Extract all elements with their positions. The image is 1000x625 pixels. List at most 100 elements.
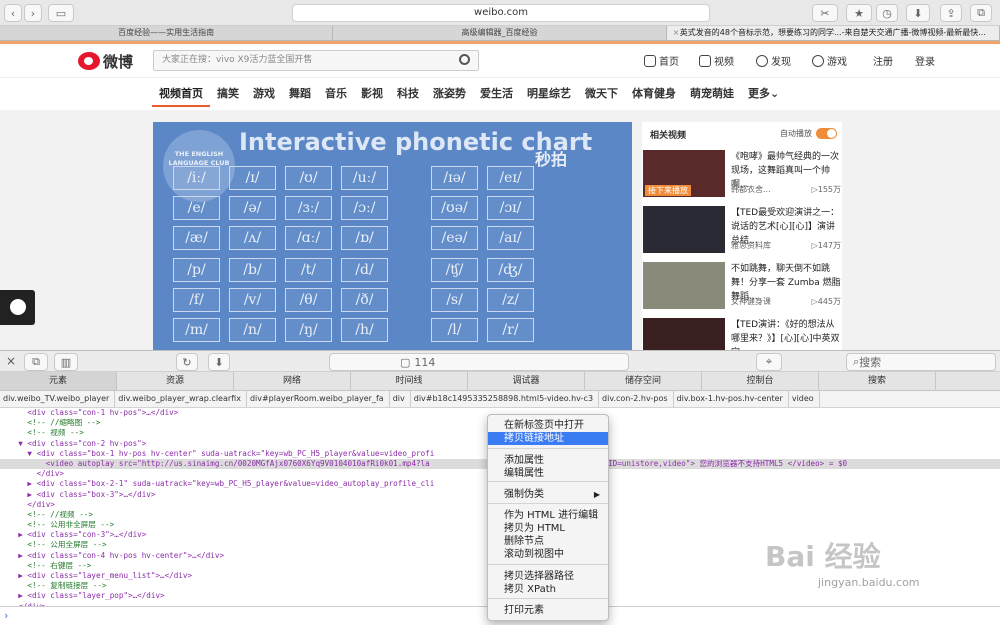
phonetic-cell[interactable]: /t/ — [285, 258, 332, 282]
phonetic-cell[interactable]: /ʌ/ — [229, 226, 276, 250]
context-menu-item[interactable]: 作为 HTML 进行编辑 — [488, 509, 608, 522]
search-input[interactable]: 大家正在搜：vivo X9活力蓝全国开售 — [153, 50, 479, 71]
category-tab[interactable]: 爱生活 — [473, 80, 520, 107]
sidebar-icon[interactable]: ▭ — [48, 4, 74, 22]
context-menu-item[interactable]: 拷贝为 HTML — [488, 522, 608, 535]
download-icon[interactable]: ⬇ — [906, 4, 930, 22]
phonetic-cell[interactable]: /n/ — [229, 318, 276, 342]
breadcrumb-item[interactable]: div.con-2.hv-pos — [599, 391, 674, 407]
back-icon[interactable]: ‹ — [4, 4, 22, 22]
phonetic-cell[interactable]: /r/ — [487, 318, 534, 342]
devtools-tab[interactable]: 元素 — [0, 372, 117, 390]
context-menu-item[interactable]: 滚动到视图中 — [488, 548, 608, 561]
phonetic-cell[interactable]: /p/ — [173, 258, 220, 282]
author-name[interactable]: 女神健身课 — [731, 297, 771, 306]
breadcrumb-item[interactable]: div.weibo_player_wrap.clearfix — [115, 391, 247, 407]
devtools-tab[interactable]: 搜索 — [819, 372, 936, 390]
tab-editor[interactable]: 高级编辑器_百度经验 — [333, 26, 667, 40]
phonetic-cell[interactable]: /z/ — [487, 288, 534, 312]
context-menu-item[interactable]: 拷贝 XPath — [488, 583, 608, 596]
weibo-logo[interactable]: 微博 — [78, 49, 138, 73]
category-tab[interactable]: 体育健身 — [625, 80, 683, 107]
related-item[interactable]: 接下来播放 《咆哮》最帅气经典的一次现场，这舞蹈真叫一个帅啊... 韩都衣舍... ▷… — [642, 150, 842, 202]
element-picker-icon[interactable]: ⌖ — [756, 353, 782, 371]
history-icon[interactable]: ◷ — [876, 4, 898, 22]
phonetic-cell[interactable]: /ɜː/ — [285, 196, 332, 220]
close-devtools-icon[interactable]: × — [6, 354, 16, 368]
phonetic-cell[interactable]: /b/ — [229, 258, 276, 282]
context-menu-item[interactable]: 删除节点 — [488, 535, 608, 548]
nav-discover[interactable]: 发现 — [756, 53, 791, 68]
devtools-tab[interactable]: 资源 — [117, 372, 234, 390]
phonetic-cell[interactable]: /ʧ/ — [431, 258, 478, 282]
phonetic-cell[interactable]: /ɪə/ — [431, 166, 478, 190]
category-tab[interactable]: 音乐 — [318, 80, 354, 107]
devtools-tab[interactable]: 调试器 — [468, 372, 585, 390]
forward-icon[interactable]: › — [24, 4, 42, 22]
download-icon[interactable]: ⬇ — [208, 353, 230, 371]
nav-game[interactable]: 游戏 — [812, 53, 847, 68]
phonetic-cell[interactable]: /ə/ — [229, 196, 276, 220]
breadcrumb-item[interactable]: div.box-1.hv-pos.hv-center — [674, 391, 789, 407]
author-name[interactable]: 雅思资料库 — [731, 241, 771, 250]
phonetic-cell[interactable]: /ɪ/ — [229, 166, 276, 190]
split-icon[interactable]: ▥ — [54, 353, 78, 371]
category-tab[interactable]: 科技 — [390, 80, 426, 107]
related-item[interactable]: 【TED最受欢迎演讲之一：说话的艺术[心][心]】演讲总结... 雅思资料库 ▷14… — [642, 206, 842, 258]
devtools-tab[interactable]: 控制台 — [702, 372, 819, 390]
search-icon[interactable] — [459, 54, 470, 65]
share-icon[interactable]: ⇪ — [940, 4, 962, 22]
phonetic-cell[interactable]: /l/ — [431, 318, 478, 342]
phonetic-cell[interactable]: /f/ — [173, 288, 220, 312]
address-bar[interactable]: weibo.com — [292, 4, 710, 22]
tab-weibo-video[interactable]: × 英式发音的48个音标示范，想要练习的同学...-来自楚天交通广播-微博视频-最… — [666, 26, 1000, 40]
dock-icon[interactable]: ⧉ — [24, 353, 48, 371]
breadcrumb-item[interactable]: div.weibo_TV.weibo_player — [0, 391, 116, 407]
devtools-tab[interactable]: 储存空间 — [585, 372, 702, 390]
category-tab[interactable]: 搞笑 — [210, 80, 246, 107]
context-menu-item[interactable]: 添加属性 — [488, 454, 608, 467]
play-button[interactable] — [0, 290, 35, 325]
phonetic-cell[interactable]: /ʊə/ — [431, 196, 478, 220]
context-menu-item[interactable]: 强制伪类 ▶ — [488, 488, 608, 501]
close-tab-icon[interactable]: × — [673, 26, 680, 40]
category-tab[interactable]: 萌宠萌娃 — [683, 80, 741, 107]
context-menu-item[interactable]: 拷贝链接地址 — [488, 432, 608, 445]
video-player[interactable]: THE ENGLISH LANGUAGE CLUB Interactive ph… — [153, 122, 632, 350]
autoplay-toggle[interactable] — [816, 128, 837, 139]
devtools-tab[interactable]: 网络 — [234, 372, 351, 390]
phonetic-cell[interactable]: /s/ — [431, 288, 478, 312]
phonetic-cell[interactable]: /æ/ — [173, 226, 220, 250]
tabs-overview-icon[interactable]: ⧉ — [970, 4, 992, 22]
phonetic-cell[interactable]: /eɪ/ — [487, 166, 534, 190]
video-thumbnail[interactable]: 接下来播放 — [643, 150, 725, 197]
phonetic-cell[interactable]: /ʤ/ — [487, 258, 534, 282]
category-tab[interactable]: 明星综艺 — [520, 80, 578, 107]
phonetic-cell[interactable]: /m/ — [173, 318, 220, 342]
phonetic-cell[interactable]: /ð/ — [341, 288, 388, 312]
breadcrumb-item[interactable]: div — [390, 391, 411, 407]
video-thumbnail[interactable] — [643, 206, 725, 253]
category-tab[interactable]: 影视 — [354, 80, 390, 107]
nav-home[interactable]: 首页 — [644, 53, 679, 68]
phonetic-cell[interactable]: /eə/ — [431, 226, 478, 250]
tab-baidu-jingyan[interactable]: 百度经验——实用生活指南 — [0, 26, 334, 40]
nav-video[interactable]: 视频 — [699, 53, 734, 68]
category-tab[interactable]: 游戏 — [246, 80, 282, 107]
extension-icon[interactable]: ✂ — [812, 4, 838, 22]
context-menu-item[interactable]: 在新标签页中打开 — [488, 419, 608, 432]
context-menu-item[interactable]: 编辑属性 — [488, 467, 608, 480]
phonetic-cell[interactable]: /ɔː/ — [341, 196, 388, 220]
related-item[interactable]: 不如跳舞，聊天倒不如跳舞！分享一套 Zumba 燃脂舞蹈... 女神健身课 ▷445… — [642, 262, 842, 314]
context-menu-item[interactable]: 打印元素 — [488, 604, 608, 617]
breadcrumb-item[interactable]: video — [789, 391, 820, 407]
phonetic-cell[interactable]: /d/ — [341, 258, 388, 282]
star-icon[interactable]: ★ — [846, 4, 872, 22]
phonetic-cell[interactable]: /ʊ/ — [285, 166, 332, 190]
login-link[interactable]: 登录 — [915, 53, 935, 68]
category-tab[interactable]: 更多⌄ — [741, 80, 786, 107]
video-thumbnail[interactable] — [643, 262, 725, 309]
phonetic-cell[interactable]: /ŋ/ — [285, 318, 332, 342]
phonetic-cell[interactable]: /θ/ — [285, 288, 332, 312]
phonetic-cell[interactable]: /ɑː/ — [285, 226, 332, 250]
